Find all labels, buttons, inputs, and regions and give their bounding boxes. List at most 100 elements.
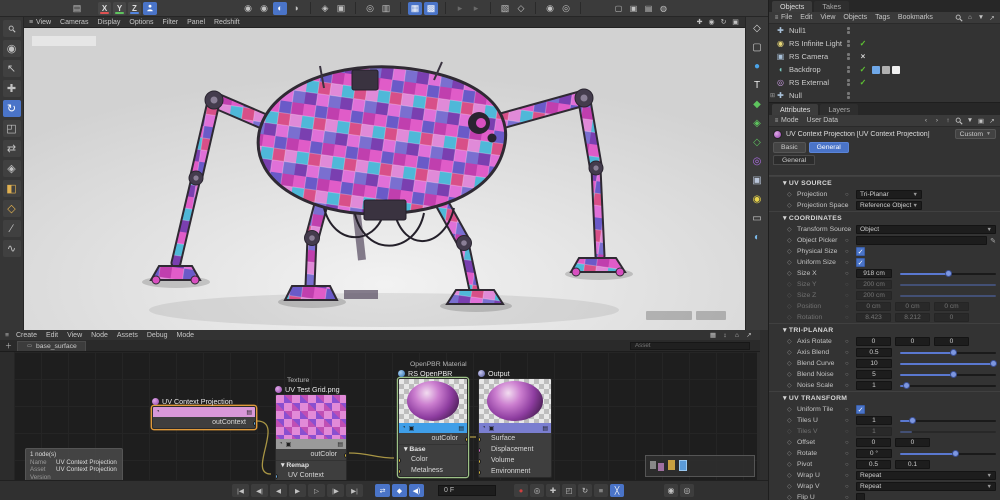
zoom-view-icon[interactable]: ◉ <box>706 18 717 27</box>
pan-view-icon[interactable]: ✚ <box>694 18 705 27</box>
group-header-uv-transform[interactable]: ▾ UV TRANSFORM <box>769 391 1000 404</box>
keyframe-dot-icon[interactable]: ○ <box>845 473 849 479</box>
object-row-null1[interactable]: ✚ Null1 <box>769 24 1000 37</box>
keyframe-dot-icon[interactable]: ○ <box>845 429 849 435</box>
select-projection[interactable]: Tri-Planar ▼ <box>856 190 922 199</box>
keyframe-dot-icon[interactable]: ○ <box>845 192 849 198</box>
keyframe-dot-icon[interactable]: ○ <box>845 339 849 345</box>
filter-icon[interactable]: ▼ <box>976 13 986 22</box>
pointer-icon[interactable]: ↖ <box>2 60 21 77</box>
node-solo-icon[interactable]: ▣ <box>409 425 415 432</box>
sky-object-icon[interactable]: ◐ <box>749 230 765 244</box>
search-icon[interactable] <box>954 116 964 125</box>
eyedropper-icon[interactable]: ✎ <box>990 237 996 245</box>
floor-object-icon[interactable]: ▭ <box>749 211 765 225</box>
viewport-menu-display[interactable]: Display <box>97 19 120 26</box>
keyframe-dot-icon[interactable]: ○ <box>845 293 849 299</box>
object-row-rs-external[interactable]: ◎ RS External ✓ <box>769 76 1000 89</box>
keyframe-dot-icon[interactable]: ○ <box>845 372 849 378</box>
console-icon[interactable]: ▥ <box>379 2 393 15</box>
objects-menu-view[interactable]: View <box>820 14 835 21</box>
scale-record-icon[interactable]: ◰ <box>562 484 576 497</box>
value-field[interactable]: 0 <box>856 337 891 346</box>
move-tool-icon[interactable]: ✚ <box>2 80 21 97</box>
scale-tool-icon[interactable]: ◰ <box>2 120 21 137</box>
spline-tool-icon[interactable]: ∿ <box>2 240 21 257</box>
keyframe-dot-icon[interactable]: ○ <box>845 350 849 356</box>
volume-builder-icon[interactable]: ◎ <box>749 154 765 168</box>
text-object-icon[interactable]: T <box>749 78 765 92</box>
node-solo-icon[interactable]: ▣ <box>489 425 495 432</box>
node-menu-node[interactable]: Node <box>91 332 108 339</box>
value-field[interactable]: 918 cm <box>856 269 892 278</box>
keyframe-dot-icon[interactable]: ○ <box>845 418 849 424</box>
rotate-tool-icon[interactable]: ↻ <box>2 100 21 117</box>
loop-playback-button[interactable]: ⇄ <box>375 484 390 497</box>
object-row-null[interactable]: ⊞ ✚ Null <box>769 89 1000 102</box>
filter-icon[interactable]: ▼ <box>965 116 975 125</box>
value-field[interactable]: 1 <box>856 381 892 390</box>
slider-size-x[interactable] <box>900 269 996 277</box>
visibility-dots[interactable] <box>847 27 850 34</box>
content-browser-icon[interactable]: ◍ <box>657 2 670 14</box>
keyframe-dot-icon[interactable]: ○ <box>845 462 849 468</box>
objects-menu-file[interactable]: File <box>781 14 792 21</box>
node-options-icon[interactable]: ▤ <box>337 441 343 448</box>
search-icon[interactable] <box>954 13 964 22</box>
sound-button[interactable]: ◀) <box>409 484 424 497</box>
material-manager-icon[interactable]: ◈ <box>318 2 332 15</box>
spline-pen-icon[interactable]: ◇ <box>749 21 765 35</box>
keyframe-mode-button[interactable]: ◆ <box>392 484 407 497</box>
node-preview-icon[interactable]: ◔ <box>279 441 283 447</box>
asset-search-input[interactable] <box>630 341 750 350</box>
keyframe-dot-icon[interactable]: ○ <box>845 260 849 266</box>
value-field[interactable]: 0.5 <box>856 348 892 357</box>
layout-preset-icon[interactable]: ▣ <box>627 2 640 14</box>
select-wrap-v[interactable]: Repeat ▼ <box>856 482 996 491</box>
viewport-3d[interactable] <box>24 28 745 330</box>
mograph-icon[interactable]: ▧ <box>498 2 512 15</box>
rotate-view-icon[interactable]: ↻ <box>718 18 729 27</box>
axis-tool-icon[interactable]: ◈ <box>2 160 21 177</box>
slider-axis-blend[interactable] <box>900 348 996 356</box>
value-field[interactable]: 1 <box>856 427 892 436</box>
value-field[interactable]: 200 cm <box>856 291 892 300</box>
simulate-icon[interactable]: ◉ <box>543 2 557 15</box>
node-uv-context-projection[interactable]: UV Context Projection ◔ ▤ outContext <box>152 397 256 429</box>
symmetry-icon[interactable]: ◇ <box>749 135 765 149</box>
viewport-menu-panel[interactable]: Panel <box>187 19 205 26</box>
camera-object-icon[interactable]: ▣ <box>749 173 765 187</box>
layout-preset-icon[interactable]: ▤ <box>642 2 655 14</box>
tab-attributes[interactable]: Attributes <box>772 104 819 115</box>
slider-noise-scale[interactable] <box>900 381 996 389</box>
forward-button[interactable]: ▷ <box>308 484 325 497</box>
enabled-check-icon[interactable]: ✓ <box>858 39 868 48</box>
value-field[interactable]: 0.5 <box>856 460 891 469</box>
viewport-menu-cameras[interactable]: Cameras <box>60 19 88 26</box>
tab-takes[interactable]: Takes <box>814 1 850 12</box>
previous-frame-button[interactable]: ◀ <box>270 484 287 497</box>
record-button[interactable]: ● <box>514 484 528 497</box>
node-output[interactable]: Output ◔ ▣ ▤ Surface Displacement Volume E… <box>478 369 552 478</box>
modeling-tool-icon[interactable]: ◧ <box>2 180 21 197</box>
tab-general[interactable]: General <box>773 155 816 165</box>
keyframe-dot-icon[interactable]: ○ <box>845 227 849 233</box>
fields-icon[interactable]: ◇ <box>514 2 528 15</box>
group-header-tri-planar[interactable]: ▾ TRI-PLANAR <box>769 323 1000 336</box>
layout-preset-icon[interactable]: ▢ <box>612 2 625 14</box>
keyframe-dot-icon[interactable]: ○ <box>845 440 849 446</box>
visibility-dots[interactable] <box>847 66 850 73</box>
slider-blend-curve[interactable] <box>900 359 998 367</box>
group-header-coordinates[interactable]: ▾ COORDINATES <box>769 211 1000 224</box>
dynamics-icon[interactable]: ◎ <box>559 2 573 15</box>
visibility-dots[interactable] <box>847 79 850 86</box>
slider-rotate[interactable] <box>900 449 996 457</box>
snap-icon[interactable]: ▦ <box>408 1 422 15</box>
node-editor-minimap[interactable] <box>645 455 755 477</box>
keyframe-dot-icon[interactable]: ○ <box>845 495 849 500</box>
keyframe-dot-icon[interactable]: ○ <box>845 304 849 310</box>
keyframe-dot-icon[interactable]: ○ <box>845 407 849 413</box>
value-field[interactable]: 5 <box>856 370 892 379</box>
objects-menu-tags[interactable]: Tags <box>875 14 890 21</box>
node-menu-debug[interactable]: Debug <box>147 332 168 339</box>
